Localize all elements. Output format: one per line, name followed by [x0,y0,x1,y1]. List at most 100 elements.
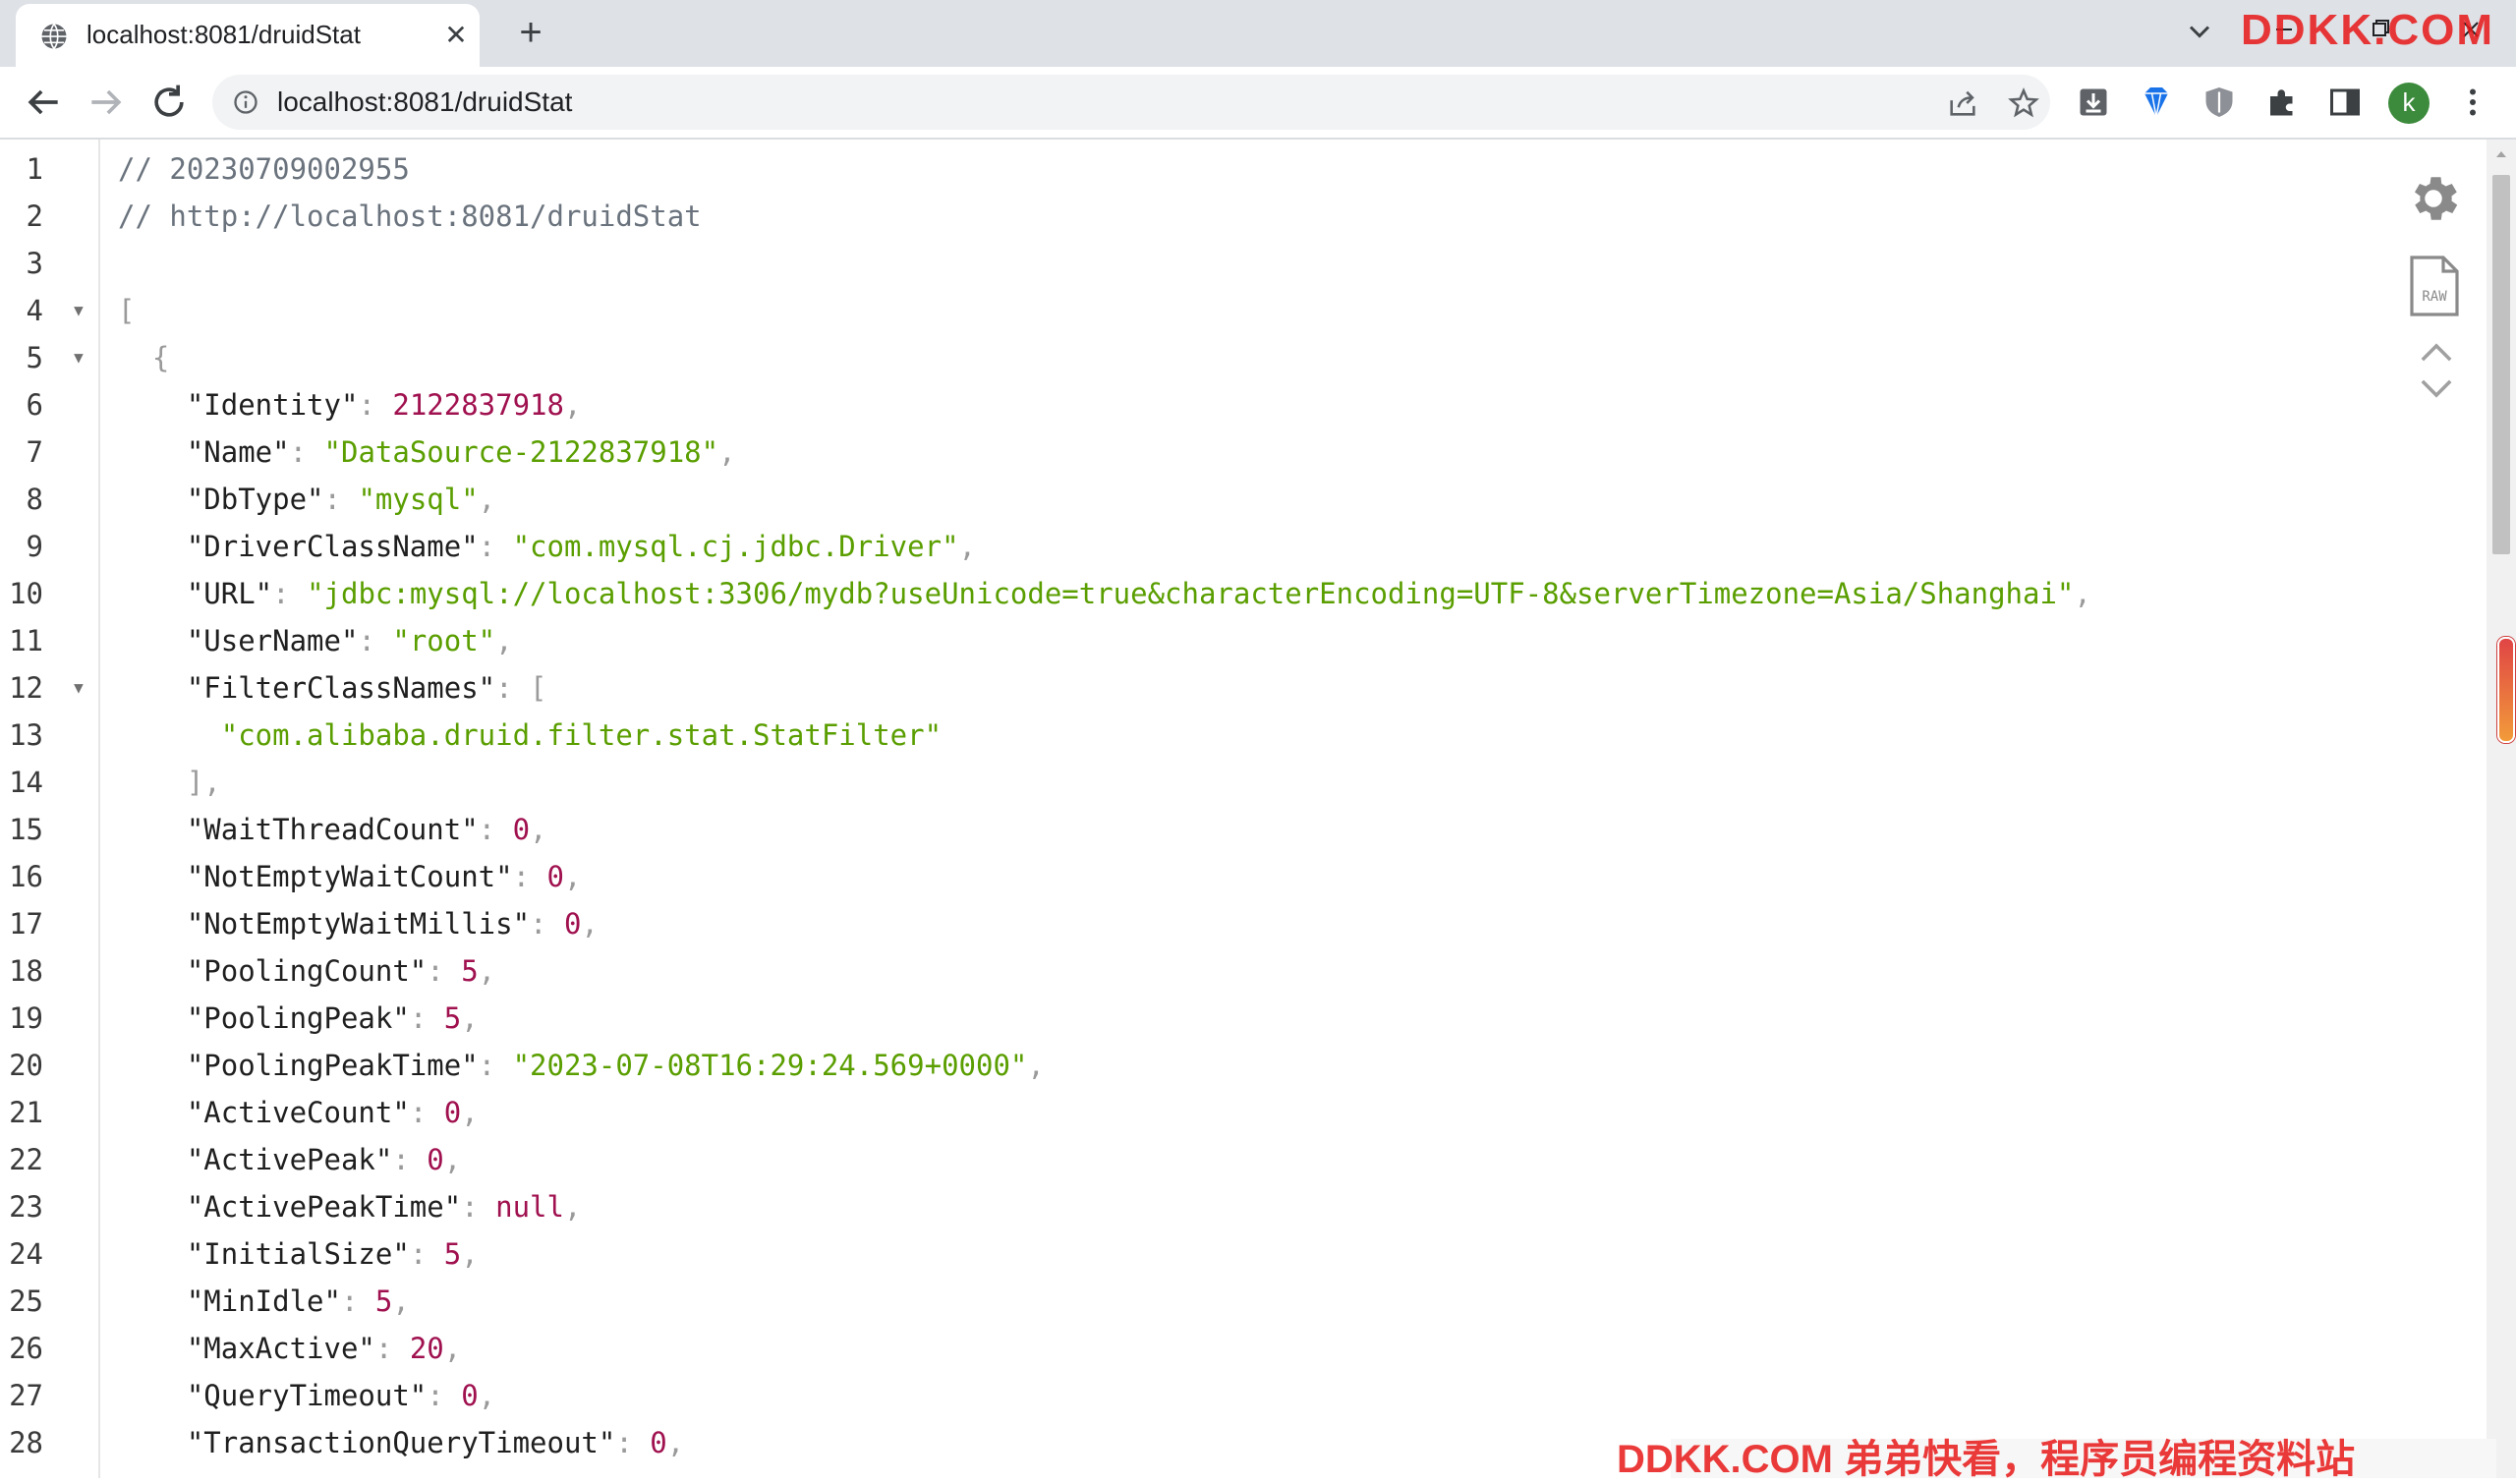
code-token: : [409,1237,444,1271]
code-token: : [392,1143,428,1176]
line-number: 14 [9,766,43,799]
code-text: "NotEmptyWaitMillis": 0, [118,900,599,947]
plus-icon[interactable]: + [511,13,550,53]
code-token: , [461,1001,479,1035]
code-line: 14 ], [0,759,2359,806]
browser-tab[interactable]: localhost:8081/druidStat ✕ [16,4,480,67]
code-line: 7 "Name": "DataSource-2122837918", [0,428,2359,476]
code-token: : [478,530,513,563]
code-token: "jdbc:mysql://localhost:3306/mydb?useUni… [307,577,2075,610]
avatar[interactable]: k [2388,83,2430,124]
code-token: : [272,577,308,610]
code-token: 5 [443,1237,462,1271]
code-token: , [461,1096,479,1129]
code-token: 0 [427,1143,444,1176]
scroll-up-arrow-icon[interactable] [2494,147,2508,161]
code-line: 21 "ActiveCount": 0, [0,1089,2359,1136]
code-line: 25 "MinIdle": 5, [0,1278,2359,1325]
code-token: 0 [512,813,531,846]
code-text: "ActiveCount": 0, [118,1089,479,1136]
code-token: null [495,1190,564,1224]
line-number: 9 [26,530,43,563]
reload-icon[interactable] [147,81,191,124]
code-line: 22 "ActivePeak": 0, [0,1136,2359,1183]
address-bar[interactable]: localhost:8081/druidStat [212,75,2050,130]
code-token: , [478,954,496,988]
tab-strip: localhost:8081/druidStat ✕ + DDKK.COM [0,0,2516,67]
code-line: 6 "Identity": 2122837918, [0,381,2359,428]
code-token: "mysql" [358,483,479,516]
diamond-extension-icon[interactable] [2139,85,2174,120]
code-text: "UserName": "root", [118,617,513,664]
code-token: "DataSource-2122837918" [323,435,719,469]
code-line: 4 ▼ [ [0,287,2359,334]
code-line: 18 "PoolingCount": 5, [0,947,2359,995]
code-token: "NotEmptyWaitCount" [118,860,513,893]
code-text: "FilterClassNames": [ [118,664,547,712]
puzzle-icon[interactable] [2264,85,2300,120]
code-token: : [512,860,547,893]
code-token: , [443,1143,462,1176]
code-line: 3 [0,240,2359,287]
code-token: , [666,1426,685,1459]
code-line: 2 // http://localhost:8081/druidStat [0,193,2359,240]
star-icon[interactable] [2007,86,2040,120]
code-text: "com.alibaba.druid.filter.stat.StatFilte… [118,712,942,759]
code-line: 19 "PoolingPeak": 5, [0,995,2359,1042]
code-token: "QueryTimeout" [118,1379,428,1412]
line-number: 21 [9,1096,43,1129]
code-text: ], [118,759,221,806]
code-token: "com.mysql.cj.jdbc.Driver" [512,530,959,563]
download-icon[interactable] [2076,85,2111,120]
code-text: "MinIdle": 5, [118,1278,410,1325]
side-panel-icon[interactable] [2327,85,2363,120]
code-token: 2122837918 [392,388,564,422]
side-drag-handle[interactable] [2497,637,2515,743]
code-token: "InitialSize" [118,1237,410,1271]
code-line: 27 "QueryTimeout": 0, [0,1372,2359,1419]
fold-toggle-icon[interactable]: ▼ [69,287,88,334]
code-token: : [427,954,462,988]
code-token: "DriverClassName" [118,530,479,563]
vertical-scrollbar[interactable] [2487,140,2516,1478]
code-token: : [358,624,393,657]
back-arrow-icon[interactable] [22,81,65,124]
globe-icon [41,23,67,50]
code-token: , [2074,577,2091,610]
code-line: 24 "InitialSize": 5, [0,1230,2359,1278]
forward-arrow-icon[interactable] [85,81,128,124]
fold-toggle-icon[interactable]: ▼ [69,664,88,712]
url-text[interactable]: localhost:8081/druidStat [277,86,572,118]
chevron-up-icon[interactable] [2420,342,2453,364]
fold-toggle-icon[interactable]: ▼ [69,334,88,381]
share-icon[interactable] [1946,86,1979,120]
code-token: , [530,813,547,846]
code-token: , [718,435,736,469]
line-number: 4 [26,294,43,327]
code-token: "root" [392,624,496,657]
code-token: : [530,907,564,941]
info-icon[interactable] [232,88,259,116]
shield-extension-icon[interactable] [2202,85,2237,120]
line-number: 2 [26,200,43,233]
gear-icon[interactable] [2404,169,2463,228]
code-line: 1 // 20230709002955 [0,145,2359,193]
kebab-menu-icon[interactable] [2455,85,2490,120]
scroll-thumb[interactable] [2492,175,2510,554]
code-token: // 20230709002955 [118,152,410,186]
raw-label: RAW [2422,289,2447,305]
code-token: 0 [443,1096,462,1129]
code-text: // 20230709002955 [118,145,410,193]
chevron-down-icon[interactable] [2182,14,2217,49]
raw-icon[interactable]: RAW [2408,254,2461,318]
code-token: "DbType" [118,483,324,516]
line-number: 22 [9,1143,43,1176]
line-number: 16 [9,860,43,893]
code-text: "InitialSize": 5, [118,1230,479,1278]
line-number: 23 [9,1190,43,1224]
close-icon[interactable]: ✕ [438,18,474,53]
line-number: 8 [26,483,43,516]
chevron-down-icon[interactable] [2420,377,2453,399]
code-token: "URL" [118,577,273,610]
line-number: 28 [9,1426,43,1459]
